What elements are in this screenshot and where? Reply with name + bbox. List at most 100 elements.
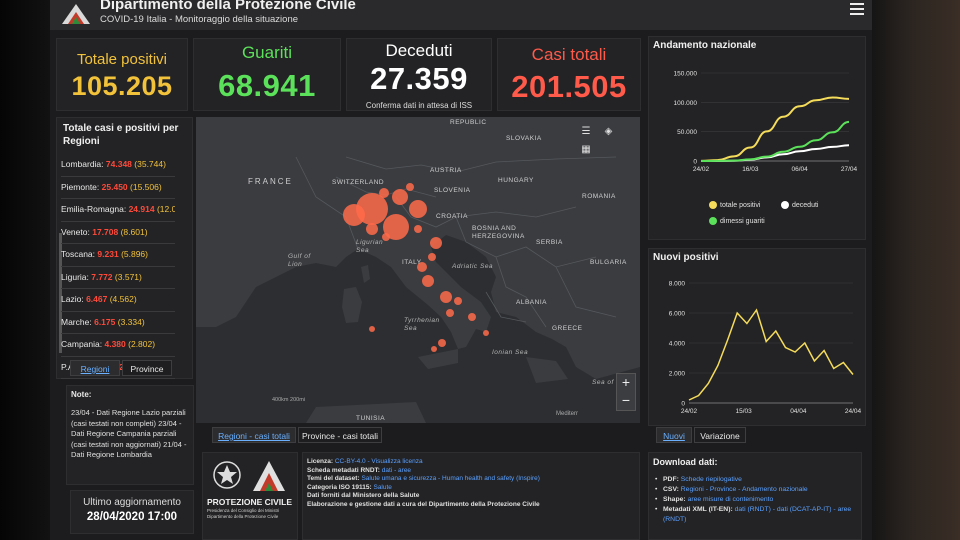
map-label-austria: AUSTRIA [430, 167, 462, 174]
license-key: Temi del dataset: [307, 475, 360, 482]
zoom-in-button[interactable]: + [617, 374, 635, 392]
map-bubble[interactable] [369, 326, 375, 332]
legend-dimessi-guariti: dimessi guariti [709, 217, 765, 225]
tab-variazione[interactable]: Variazione [694, 427, 746, 443]
map-bubble[interactable] [446, 309, 454, 317]
license-key: Elaborazione e gestione dati a cura del … [307, 500, 540, 508]
update-panel: Ultimo aggiornamento 28/04/2020 17:00 [70, 490, 194, 534]
region-item[interactable]: Marche: 6.175 (3.334) [61, 312, 175, 334]
map-bubble[interactable] [414, 225, 422, 233]
region-item[interactable]: Veneto: 17.708 (8.601) [61, 222, 175, 244]
zoom-out-button[interactable]: − [617, 392, 635, 410]
legend-deceduti: deceduti [781, 201, 818, 209]
map-label-ionian-sea: Ionian Sea [492, 349, 529, 356]
legend-dot [709, 201, 717, 209]
x-tick-label: 24/02 [693, 166, 710, 173]
hamburger-icon[interactable] [850, 0, 864, 15]
region-name: Marche: [61, 316, 92, 327]
stat-value: 201.505 [511, 69, 627, 104]
download-key: CSV: [663, 486, 679, 493]
region-total: 6.175 [94, 316, 116, 327]
region-item[interactable]: Campania: 4.380 (2.802) [61, 334, 175, 357]
map-bubble[interactable] [366, 223, 378, 235]
x-tick-label: 06/04 [792, 166, 809, 173]
stat-value: 27.359 [370, 61, 468, 96]
map-bubble[interactable] [454, 297, 462, 305]
stat-guariti: Guariti 68.941 [193, 38, 341, 111]
y-tick-label: 6.000 [669, 311, 686, 318]
qr-icon[interactable]: ▦ [578, 143, 594, 157]
map-label-adriatic-sea: Adriatic Sea [452, 263, 494, 270]
y-tick-label: 0 [681, 401, 685, 408]
tab-nuovi[interactable]: Nuovi [656, 427, 692, 443]
map-label-romania: ROMANIA [582, 193, 616, 200]
stat-deceduti: Deceduti 27.359 Conferma dati in attesa … [346, 38, 492, 111]
region-item[interactable]: Emilia-Romagna: 24.914 (12.003) [61, 199, 175, 222]
map-bubble[interactable] [428, 253, 436, 261]
list-icon[interactable]: ☰ [578, 125, 594, 139]
map-bubble[interactable] [440, 291, 452, 303]
license-link[interactable]: Salute [373, 484, 391, 491]
update-value: 28/04/2020 17:00 [86, 511, 178, 523]
region-positive: (4.562) [109, 294, 137, 304]
download-item: CSV: Regioni - Province - Andamento nazi… [655, 485, 859, 495]
tab-province-casi-totali[interactable]: Province - casi totali [298, 427, 382, 443]
region-total: 6.467 [86, 294, 108, 304]
map-bubble[interactable] [409, 200, 427, 218]
map-label-hungary: HUNGARY [498, 177, 534, 184]
y-tick-label: 50.000 [677, 129, 697, 136]
download-key: PDF: [663, 476, 679, 483]
nuovi-positivi-panel: Nuovi positivi 0 2.000 4.000 6.000 8.000 24/0… [648, 248, 866, 426]
header-subtitle: COVID-19 Italia - Monitoraggio della sit… [100, 14, 299, 25]
map-bubble[interactable] [483, 330, 489, 336]
map-label-albania: ALBANIA [516, 299, 547, 306]
map-bubble[interactable] [406, 183, 414, 191]
tab-province[interactable]: Province [122, 360, 172, 376]
download-item: Shape: aree misure di contenimento [655, 495, 859, 505]
license-link[interactable]: dati - aree [382, 467, 411, 474]
stat-label: Totale positivi [76, 51, 168, 68]
italian-republic-emblem [213, 461, 241, 489]
map-label-greece: GREECE [552, 325, 583, 332]
license-key: Licenza: [307, 458, 334, 465]
map-bubble[interactable] [430, 237, 442, 249]
license-link[interactable]: CC-BY-4.0 - Visualizza licenza [335, 458, 423, 465]
map-bubble[interactable] [438, 339, 446, 347]
header-title: Dipartimento della Protezione Civile [100, 0, 356, 13]
license-panel: Licenza: CC-BY-4.0 - Visualizza licenza S… [302, 452, 640, 540]
region-total: 7.772 [91, 271, 113, 282]
region-total: 9.231 [97, 249, 119, 259]
map-bubble[interactable] [392, 189, 408, 205]
regions-panel: Totale casi e positivi per Regioni Lomba… [56, 117, 193, 379]
map-bubble[interactable] [379, 188, 389, 198]
tab-regioni[interactable]: Regioni [70, 360, 120, 376]
map-bubble[interactable] [431, 346, 437, 352]
map-label-slovakia: SLOVAKIA [506, 135, 542, 142]
map-attribution: Mediterr [556, 411, 579, 417]
region-name: Emilia-Romagna: [61, 204, 127, 214]
stat-totale-positivi: Totale positivi 105.205 [56, 38, 188, 111]
region-item[interactable]: Piemonte: 25.450 (15.506) [61, 177, 175, 199]
regions-title: Totale casi e positivi per Regioni [63, 123, 179, 147]
license-line: Temi del dataset: Salute umana e sicurez… [307, 475, 637, 484]
region-item[interactable]: Lazio: 6.467 (4.562) [61, 289, 175, 312]
download-link[interactable]: Schede riepilogative [681, 476, 742, 483]
download-link[interactable]: aree misure di contenimento [688, 496, 774, 503]
legend-label: dimessi guariti [720, 217, 765, 225]
region-item[interactable]: Lombardia: 74.348 (35.744) [61, 154, 175, 177]
regions-list: Lombardia: 74.348 (35.744) Piemonte: 25.4… [61, 154, 175, 379]
layers-icon[interactable]: ◈ [600, 125, 616, 139]
license-link[interactable]: Salute umana e sicurezza - Human health … [361, 475, 539, 482]
tab-regioni-casi-totali[interactable]: Regioni - casi totali [212, 427, 296, 443]
footer-logos-panel: PROTEZIONE CIVILE Presidenza del Consigl… [202, 452, 298, 540]
map-bubble[interactable] [422, 275, 434, 287]
map-bubble[interactable] [343, 204, 365, 226]
region-item[interactable]: Liguria: 7.772 (3.571) [61, 267, 175, 289]
download-link[interactable]: Regioni - Province - Andamento nazionale [681, 486, 808, 493]
region-item[interactable]: Toscana: 9.231 (5.896) [61, 244, 175, 267]
license-key: Categoria ISO 19115: [307, 483, 372, 491]
region-name: Veneto: [61, 226, 90, 237]
map-view[interactable]: REPUBLIC SLOVAKIA FRANCE SWITZERLAND AUS… [196, 117, 640, 423]
map-bubble[interactable] [468, 313, 476, 321]
monitor-bezel-left [0, 0, 50, 540]
